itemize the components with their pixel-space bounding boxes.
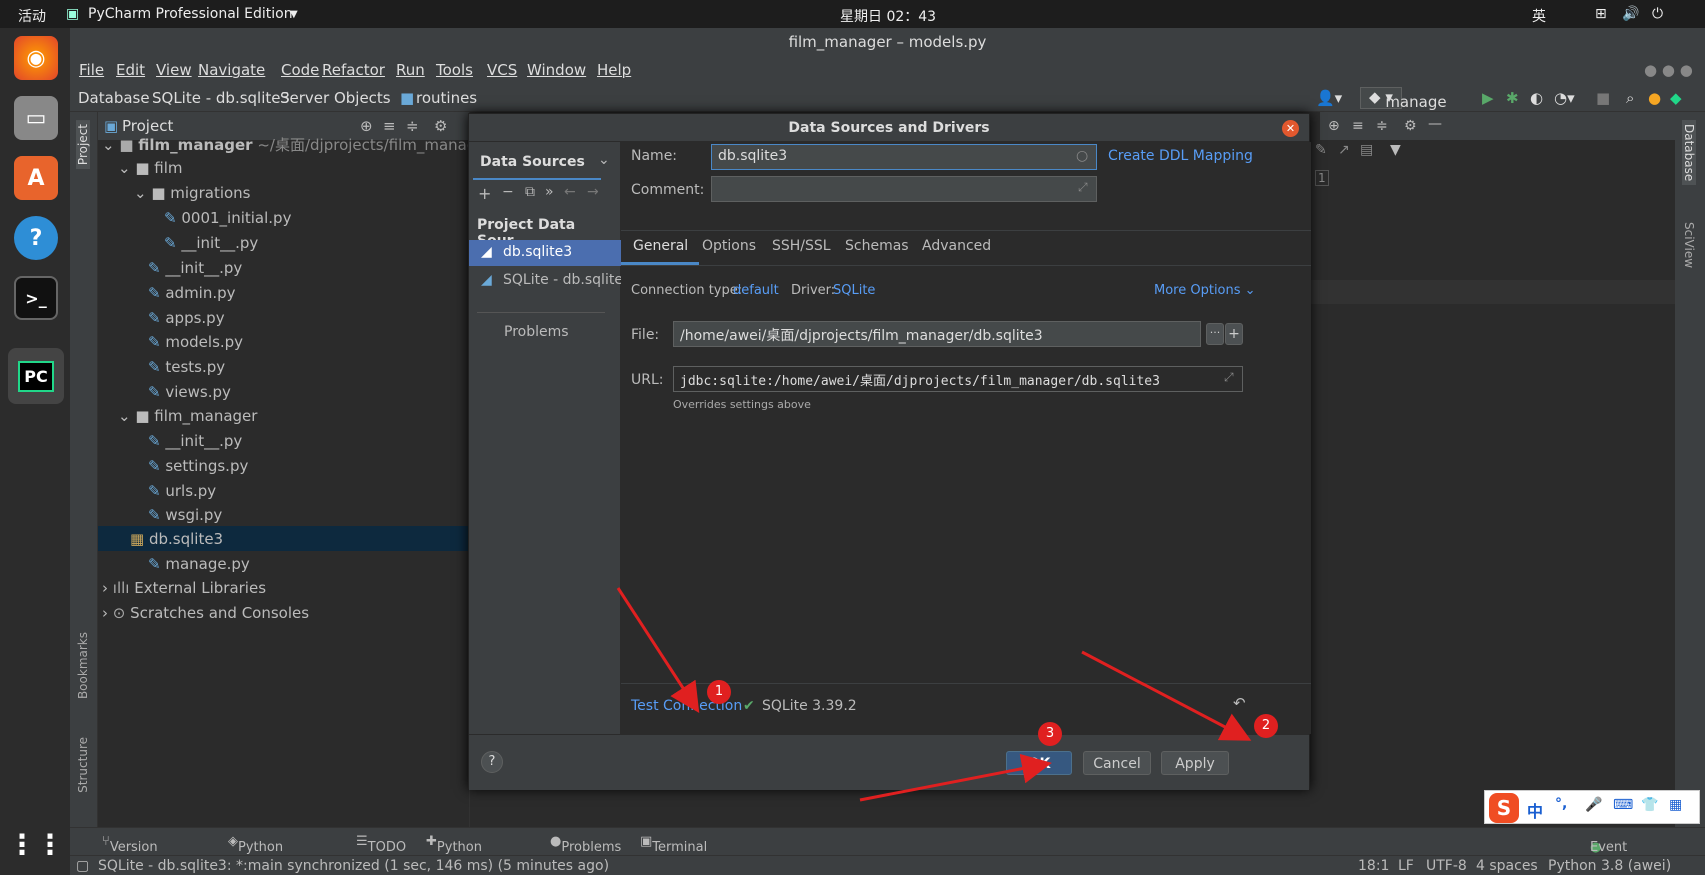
arrow-1 xyxy=(616,587,700,714)
annotation-badge-1: 1 xyxy=(707,680,731,704)
annotation-arrows xyxy=(616,587,1252,802)
annotation-badge-3: 3 xyxy=(1038,722,1062,746)
arrow-3 xyxy=(859,753,1052,802)
arrow-2 xyxy=(1081,650,1252,741)
annotation-badge-2: 2 xyxy=(1254,714,1278,738)
